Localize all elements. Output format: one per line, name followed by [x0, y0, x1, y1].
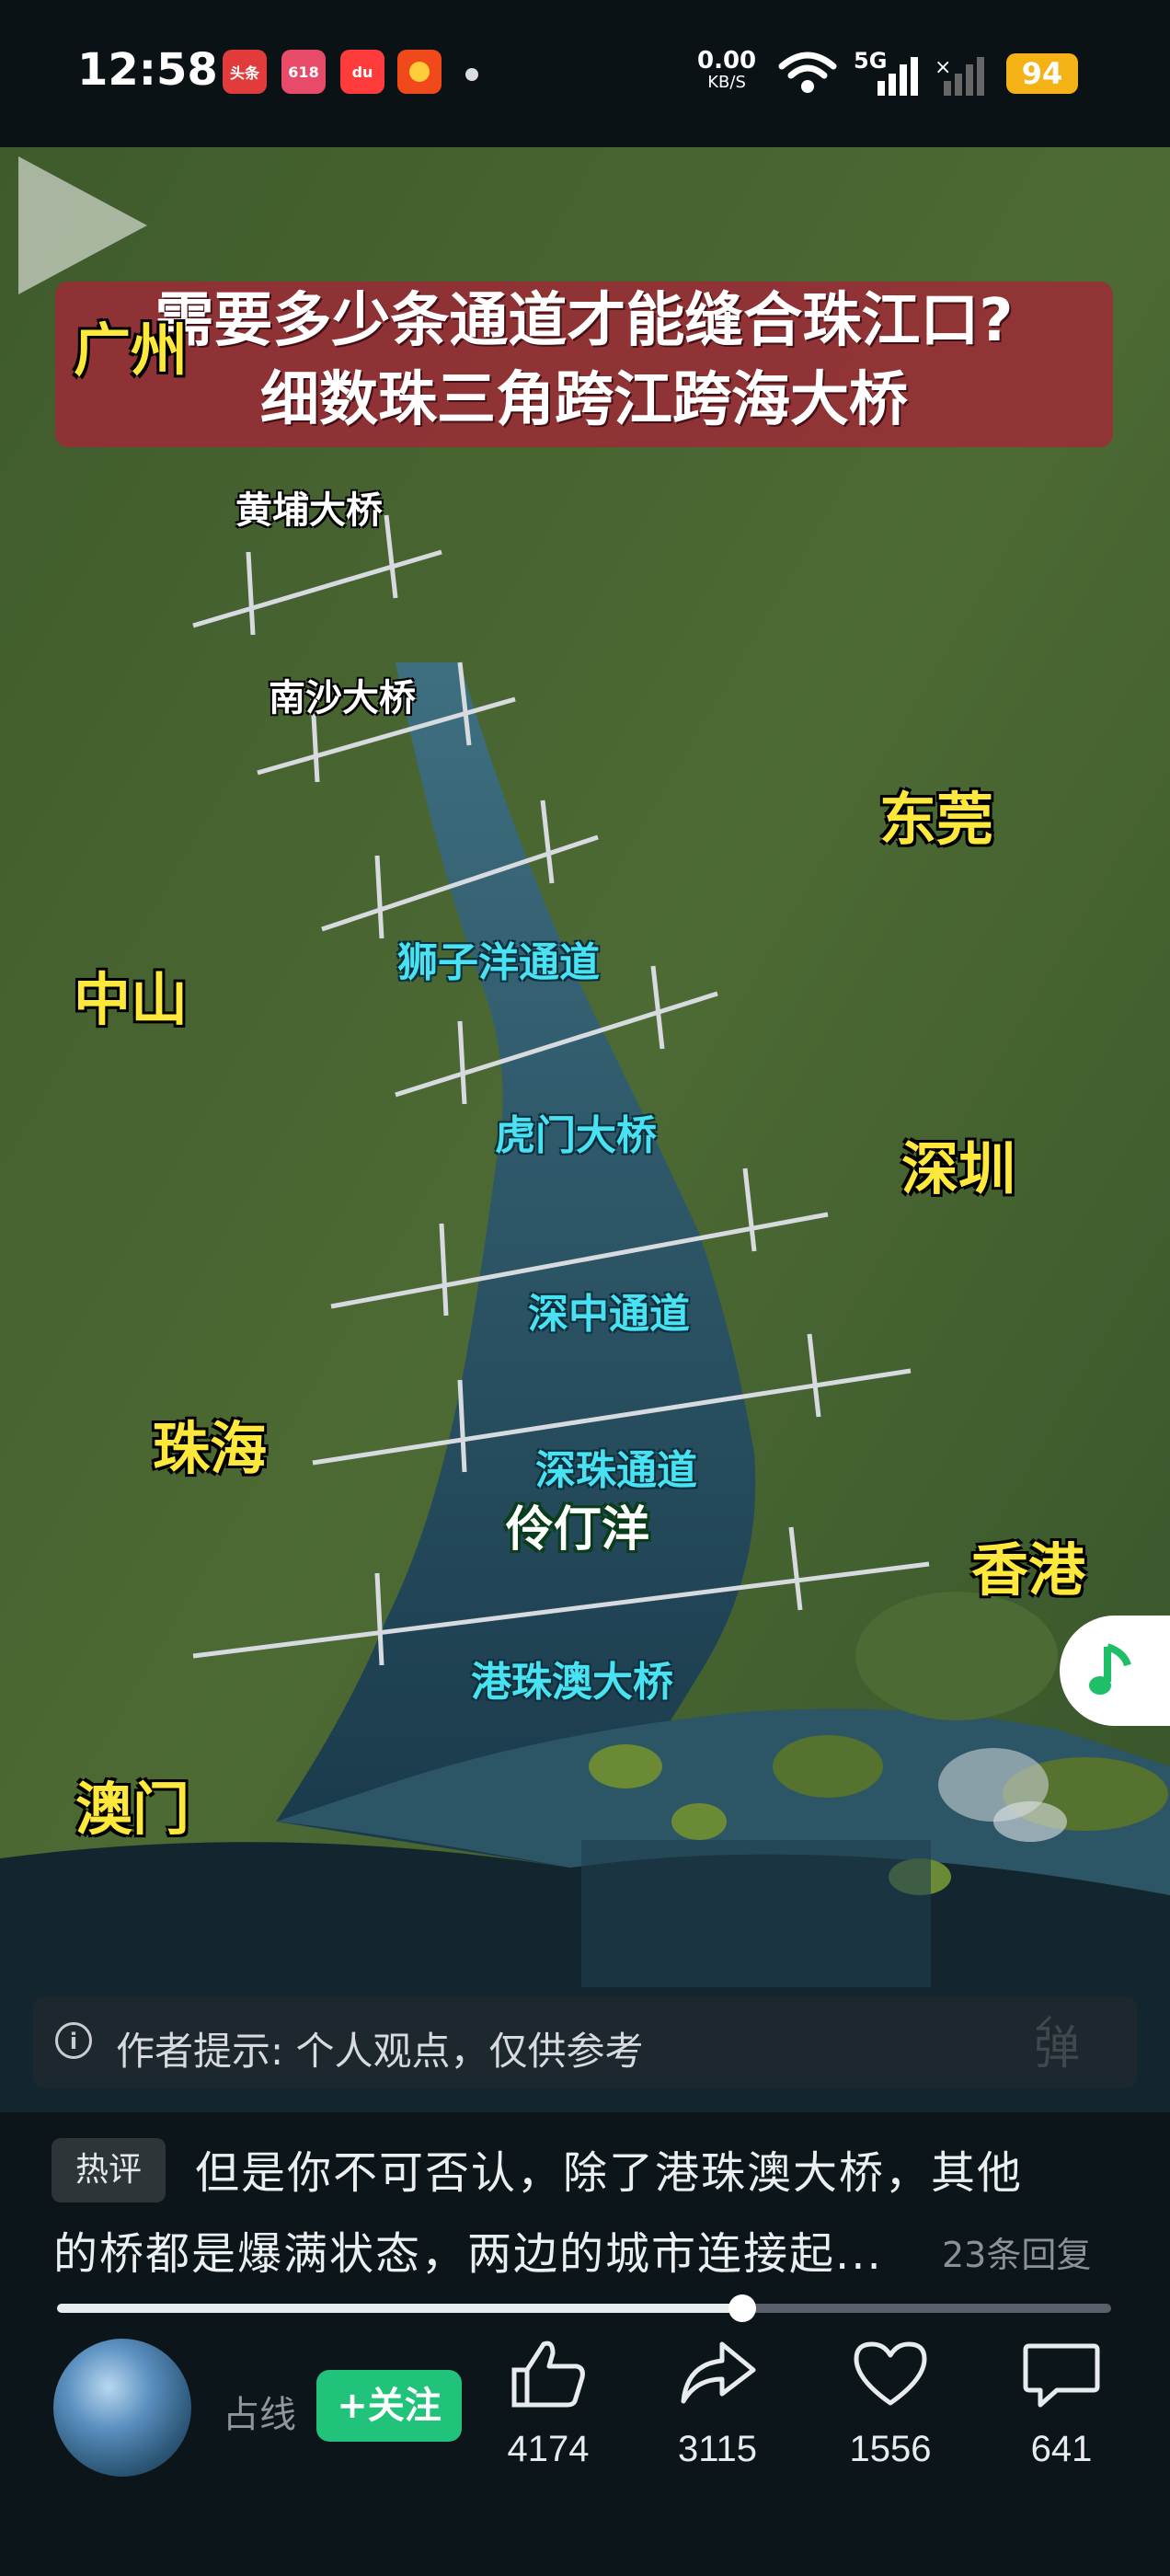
- share-count: 3115: [677, 2429, 757, 2469]
- battery-level: 94: [1006, 53, 1078, 94]
- signal-icon: ×: [878, 56, 984, 96]
- heart-icon: [854, 2341, 927, 2406]
- progress-fill: [57, 2304, 742, 2313]
- progress-bar[interactable]: [57, 2294, 1111, 2322]
- 618-promo-app-icon: 618: [281, 50, 326, 94]
- author-name[interactable]: 占线: [223, 2385, 296, 2438]
- avatar[interactable]: [53, 2339, 191, 2477]
- bridge-label-huangpu: 黄埔大桥: [235, 489, 383, 532]
- shopping-app-icon: [397, 50, 442, 94]
- city-label-zhuhai: 珠海: [153, 1415, 268, 1482]
- progress-knob[interactable]: [728, 2294, 756, 2322]
- city-label-macau: 澳门: [75, 1776, 190, 1843]
- wifi-icon: [778, 52, 837, 93]
- author-notice: i 作者提示: 个人观点，仅供参考: [33, 1996, 1137, 2088]
- music-button[interactable]: [1060, 1616, 1170, 1726]
- city-label-guangzhou: 广州: [74, 316, 189, 384]
- share-icon: [681, 2341, 756, 2404]
- hot-comment-tag: 热评: [52, 2138, 166, 2202]
- clock: 12:58: [77, 44, 218, 96]
- video-player[interactable]: 需要多少条通道才能缝合珠江口? 细数珠三角跨江跨海大桥 广州 东莞 中山 深圳 …: [0, 147, 1170, 2134]
- hot-comment-line1[interactable]: 但是你不可否认，除了港珠澳大桥，其他: [195, 2136, 1023, 2201]
- like-count: 4174: [507, 2429, 590, 2469]
- bridge-label-gangzhuao: 港珠澳大桥: [471, 1659, 673, 1706]
- follow-button[interactable]: +关注: [316, 2370, 462, 2442]
- bridge-label-shenzhong: 深中通道: [528, 1291, 690, 1338]
- net-speed: 0.00 KB/S: [697, 47, 757, 92]
- du-app-icon: du: [340, 50, 384, 94]
- comment-count: 641: [1030, 2429, 1093, 2469]
- video-title-line1: 需要多少条通道才能缝合珠江口?: [155, 287, 1014, 355]
- svg-text:×: ×: [935, 56, 951, 79]
- music-note-icon: [1089, 1643, 1131, 1695]
- bottom-panel: 热评 但是你不可否认，除了港珠澳大桥，其他 的桥都是爆满状态，两边的城市连接起.…: [0, 2112, 1170, 2576]
- bridge-label-shenzhu: 深珠通道: [535, 1447, 697, 1494]
- comment-bubble-icon: [1023, 2343, 1100, 2408]
- status-bar: 12:58 头条 618 du 0.00 KB/S 5G × 94: [0, 0, 1170, 147]
- city-label-dongguan: 东莞: [879, 786, 994, 853]
- notification-dot: [465, 68, 478, 81]
- video-title-line2: 细数珠三角跨江跨海大桥: [260, 366, 908, 434]
- bridge-label-nansha: 南沙大桥: [269, 677, 416, 719]
- comment-button[interactable]: 641: [997, 2337, 1126, 2470]
- hot-comment-line2[interactable]: 的桥都是爆满状态，两边的城市连接起...: [53, 2217, 883, 2282]
- bridge-label-humen: 虎门大桥: [495, 1112, 657, 1159]
- like-button[interactable]: 4174: [484, 2337, 613, 2470]
- notice-text: 作者提示: 个人观点，仅供参考: [116, 2029, 644, 2074]
- share-button[interactable]: 3115: [653, 2337, 782, 2470]
- video-title-banner: 需要多少条通道才能缝合珠江口? 细数珠三角跨江跨海大桥: [55, 282, 1113, 447]
- bridge-label-shiziyang: 狮子洋通道: [397, 939, 600, 986]
- info-icon: i: [55, 2022, 92, 2059]
- replies-link[interactable]: 23条回复: [942, 2226, 1091, 2277]
- favorite-count: 1556: [849, 2429, 932, 2469]
- thumbs-up-icon: [511, 2340, 585, 2408]
- sea-label-lingdingyang: 伶仃洋: [506, 1502, 650, 1558]
- city-label-shenzhen: 深圳: [901, 1135, 1016, 1202]
- play-button[interactable]: [0, 147, 156, 304]
- favorite-button[interactable]: 1556: [826, 2337, 955, 2470]
- toutiao-app-icon: 头条: [223, 50, 267, 94]
- city-label-hongkong: 香港: [971, 1536, 1086, 1604]
- city-label-zhongshan: 中山: [74, 966, 189, 1033]
